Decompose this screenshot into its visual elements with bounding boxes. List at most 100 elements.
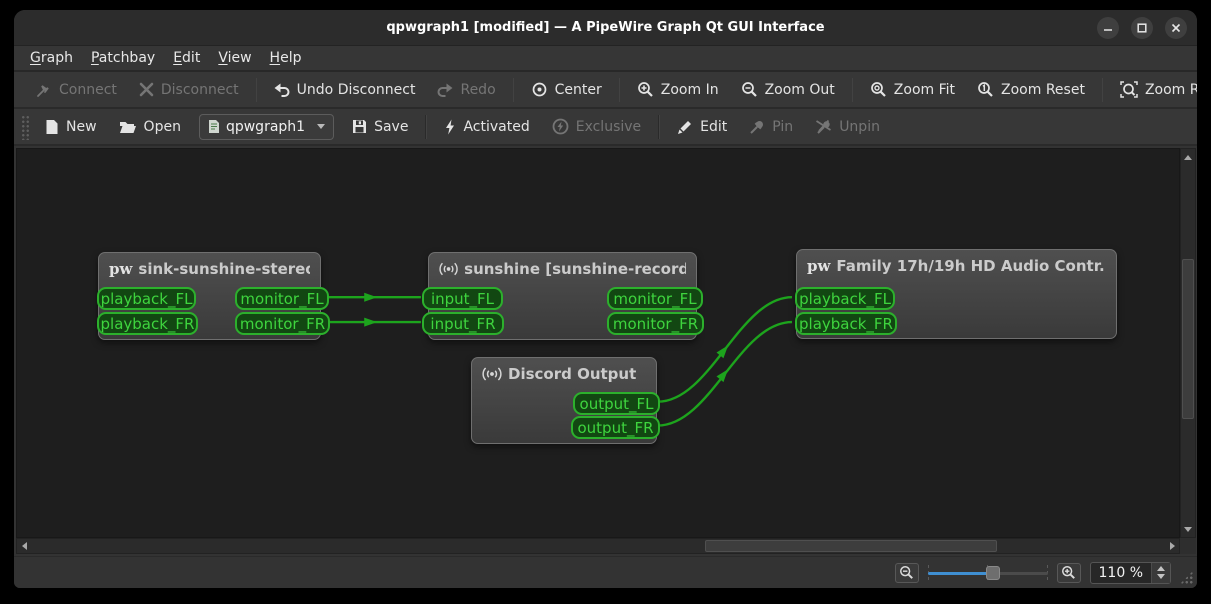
arrow-down-icon: [1184, 526, 1192, 532]
scroll-left-button[interactable]: [17, 539, 31, 553]
port-playback-fr[interactable]: playback_FR: [97, 312, 198, 335]
port-monitor-fl[interactable]: monitor_FL: [235, 287, 329, 310]
connections-layer: [327, 292, 793, 427]
arrow-right-icon: [1169, 542, 1175, 550]
undo-icon: [274, 83, 290, 97]
scroll-right-button[interactable]: [1165, 539, 1179, 553]
menu-edit[interactable]: Edit: [165, 48, 208, 68]
node-sunshine[interactable]: sunshine [sunshine-record] input_FL inpu…: [422, 252, 704, 340]
vertical-scrollbar[interactable]: [1180, 148, 1196, 538]
node-title: Family 17h/19h HD Audio Contr...: [836, 257, 1106, 275]
edit-button[interactable]: Edit: [667, 113, 737, 141]
zoom-spinbox[interactable]: 110 %: [1089, 561, 1171, 584]
horizontal-scrollbar[interactable]: [16, 538, 1180, 554]
toolbar-separator: [425, 114, 428, 139]
zoom-range-button[interactable]: Zoom Range: [1110, 75, 1197, 104]
scroll-down-button[interactable]: [1181, 522, 1195, 536]
zoom-reset-icon: [978, 82, 993, 97]
zoom-slider[interactable]: [927, 563, 1048, 583]
port-playback-fl[interactable]: playback_FL: [97, 287, 196, 310]
scrollbar-corner: [1180, 538, 1196, 554]
toolbar-separator: [255, 77, 257, 102]
node-title: sink-sunshine-stereo: [138, 260, 310, 278]
menu-patchbay[interactable]: Patchbay: [83, 48, 163, 68]
port-monitor-fl[interactable]: monitor_FL: [607, 287, 703, 310]
node-title: sunshine [sunshine-record]: [464, 260, 686, 278]
new-file-icon: [46, 119, 58, 134]
node-family-hd-audio[interactable]: pw Family 17h/19h HD Audio Contr... play…: [795, 249, 1117, 339]
vertical-scrollbar-thumb[interactable]: [1182, 259, 1194, 419]
titlebar[interactable]: qpwgraph1 [modified] — A PipeWire Graph …: [14, 10, 1197, 46]
toolbar-main: Connect Disconnect Undo Disconnect Redo …: [14, 72, 1197, 109]
patchbay-select[interactable]: qpwgraph1: [198, 113, 335, 140]
connection-arrow: [716, 369, 729, 383]
spin-down-icon: [1157, 574, 1165, 579]
port-monitor-fr[interactable]: monitor_FR: [235, 312, 330, 335]
redo-icon: [437, 83, 453, 97]
zoom-out-icon: [741, 82, 757, 97]
disconnect-icon: [139, 82, 154, 97]
zoom-reset-button[interactable]: Zoom Reset: [967, 75, 1095, 104]
port-input-fr[interactable]: input_FR: [422, 312, 504, 335]
pipewire-icon: pw: [807, 256, 831, 275]
toolbar-patchbay: New Open qpwgraph1 Save Activated Exclus…: [14, 109, 1197, 146]
patchbay-file-icon: [208, 120, 219, 133]
disconnect-button[interactable]: Disconnect: [129, 76, 249, 104]
arrow-left-icon: [21, 542, 27, 550]
toolbar-separator: [512, 77, 514, 102]
port-monitor-fr[interactable]: monitor_FR: [607, 312, 704, 335]
statusbar-zoom-in-button[interactable]: [1056, 562, 1081, 583]
toolbar-separator: [618, 77, 620, 102]
zoom-fit-button[interactable]: Zoom Fit: [860, 75, 965, 104]
node-discord-output[interactable]: Discord Output output_FL output_FR: [471, 357, 660, 444]
statusbar-zoom-out-button[interactable]: [894, 562, 919, 583]
exclusive-button[interactable]: Exclusive: [542, 112, 651, 141]
zoom-in-icon: [637, 82, 653, 97]
node-sink-sunshine-stereo[interactable]: pw sink-sunshine-stereo playback_FL play…: [97, 252, 330, 340]
port-playback-fl[interactable]: playback_FL: [795, 287, 895, 310]
minimize-button[interactable]: [1097, 17, 1119, 39]
connect-button[interactable]: Connect: [26, 76, 127, 104]
undo-button[interactable]: Undo Disconnect: [264, 76, 426, 104]
connection-arrow: [364, 317, 378, 327]
app-window: qpwgraph1 [modified] — A PipeWire Graph …: [14, 10, 1197, 588]
open-button[interactable]: Open: [109, 113, 191, 141]
zoom-out-icon: [900, 566, 913, 579]
port-output-fl[interactable]: output_FL: [573, 392, 660, 415]
graph-canvas[interactable]: pw sink-sunshine-stereo playback_FL play…: [16, 148, 1180, 538]
menu-help[interactable]: Help: [262, 48, 310, 68]
resize-grip[interactable]: [1180, 571, 1193, 584]
activated-button[interactable]: Activated: [434, 113, 539, 141]
toolbar-drag-handle[interactable]: [20, 113, 29, 140]
pin-button[interactable]: Pin: [739, 113, 803, 141]
activated-bolt-icon: [446, 119, 455, 134]
connect-icon: [37, 84, 49, 97]
port-playback-fr[interactable]: playback_FR: [795, 312, 897, 335]
toolbar-separator: [851, 77, 853, 102]
save-button[interactable]: Save: [342, 113, 418, 141]
scroll-up-button[interactable]: [1181, 150, 1195, 164]
slider-handle[interactable]: [985, 565, 1000, 580]
zoom-out-button[interactable]: Zoom Out: [731, 75, 845, 104]
maximize-button[interactable]: [1131, 17, 1153, 39]
spinbox-buttons[interactable]: [1151, 562, 1170, 583]
close-icon: [1171, 23, 1181, 33]
horizontal-scrollbar-thumb[interactable]: [705, 540, 997, 552]
port-input-fl[interactable]: input_FL: [422, 287, 503, 310]
connection-arrow: [716, 345, 729, 359]
zoom-range-icon: [1120, 81, 1138, 98]
center-button[interactable]: Center: [521, 75, 612, 104]
pipewire-icon: pw: [109, 259, 133, 278]
broadcast-icon: [482, 367, 502, 381]
zoom-in-button[interactable]: Zoom In: [627, 75, 729, 104]
maximize-icon: [1137, 23, 1147, 33]
close-button[interactable]: [1165, 17, 1187, 39]
broadcast-icon: [439, 262, 458, 276]
unpin-button[interactable]: Unpin: [805, 113, 890, 141]
menu-graph[interactable]: Graph: [22, 48, 81, 68]
redo-button[interactable]: Redo: [427, 76, 505, 104]
port-output-fr[interactable]: output_FR: [571, 416, 660, 439]
menu-view[interactable]: View: [210, 48, 259, 68]
toolbar-separator: [1101, 77, 1103, 102]
new-button[interactable]: New: [35, 113, 107, 141]
